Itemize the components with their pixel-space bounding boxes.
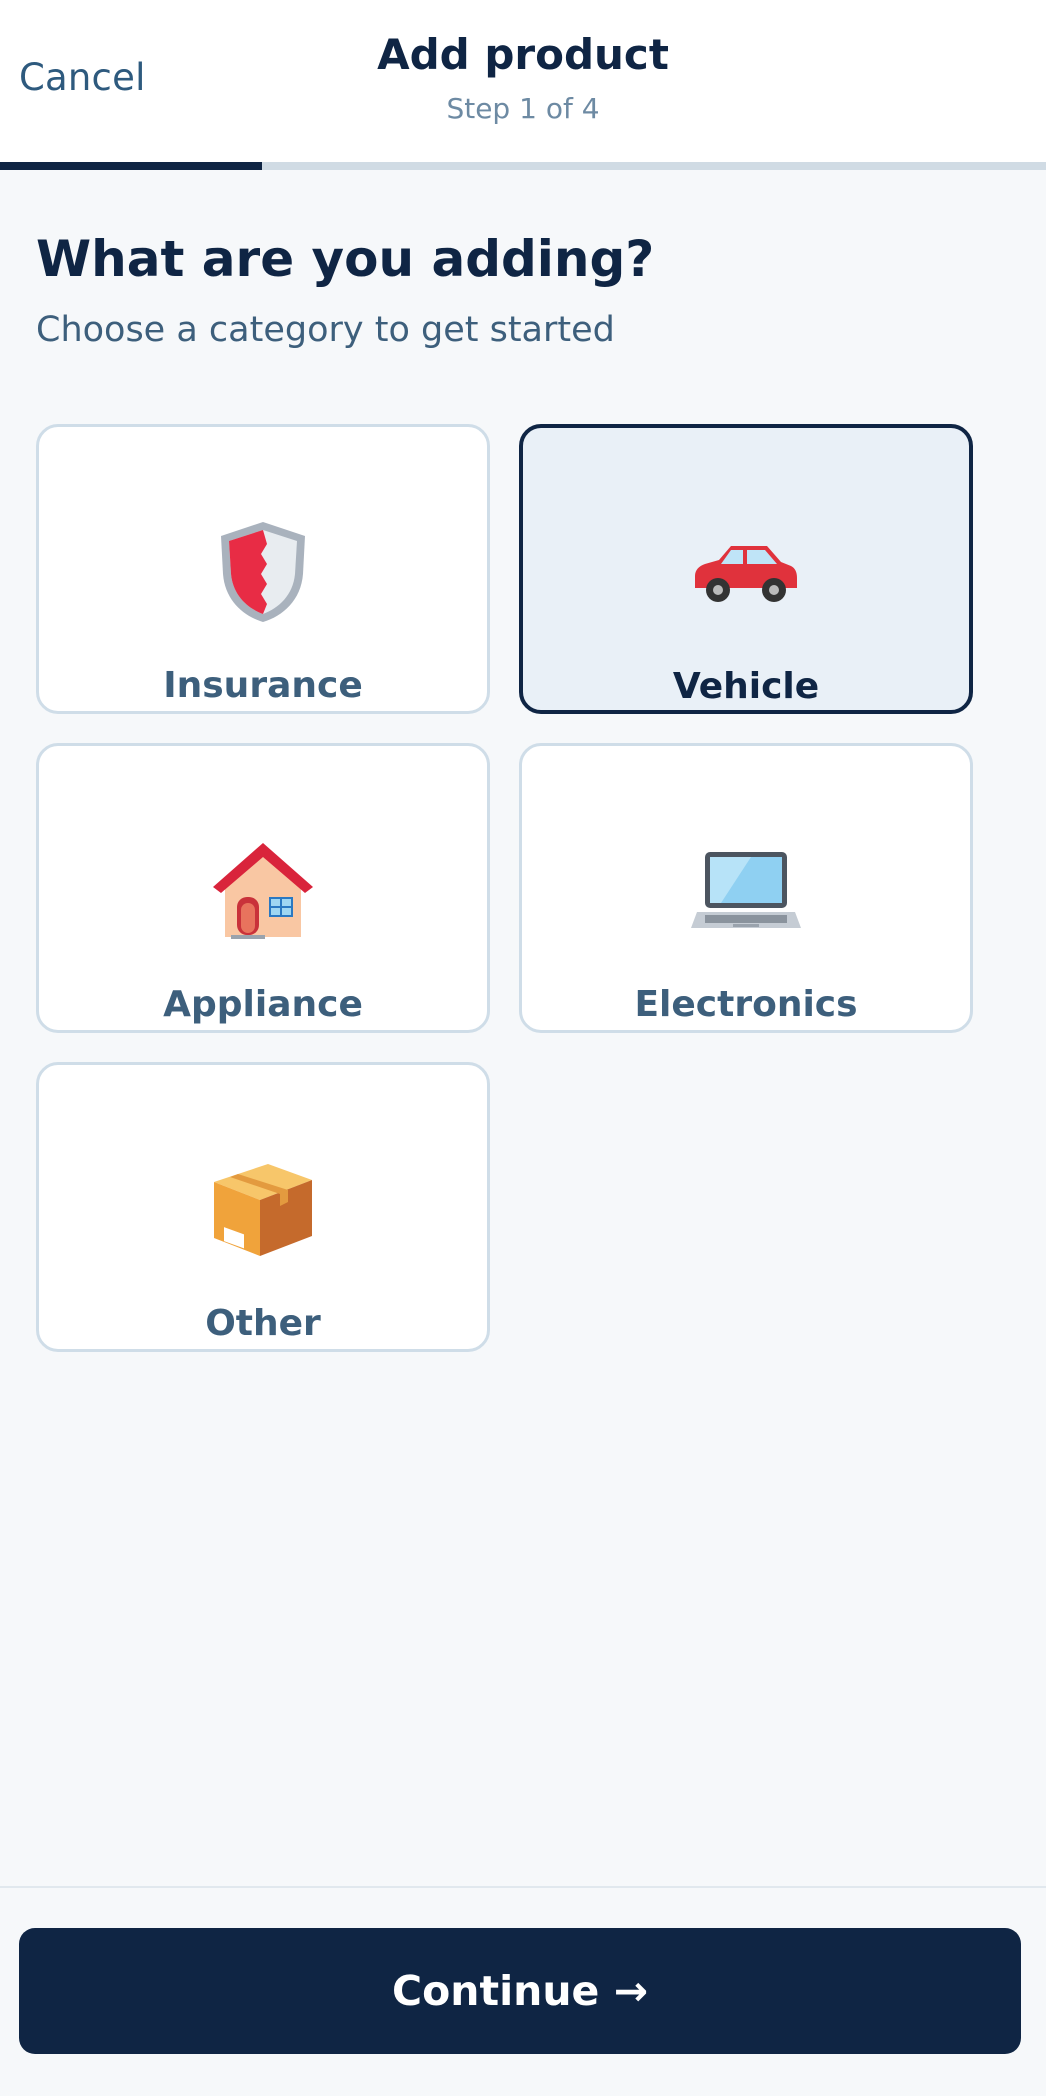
category-card-electronics[interactable]: Electronics (519, 743, 973, 1033)
car-icon (523, 518, 969, 628)
progress-bar-fill (0, 162, 262, 170)
category-label: Insurance (163, 665, 363, 706)
category-label: Electronics (634, 984, 858, 1025)
category-label: Appliance (163, 984, 363, 1025)
category-card-vehicle[interactable]: Vehicle (519, 424, 973, 714)
laptop-icon (522, 836, 970, 946)
page-title: Add product (377, 30, 669, 79)
house-icon (39, 836, 487, 946)
header: Cancel Add product Step 1 of 4 (0, 0, 1046, 162)
footer: Continue → (0, 1886, 1046, 2096)
category-label: Other (205, 1303, 321, 1344)
package-icon (39, 1155, 487, 1265)
shield-icon (39, 517, 487, 627)
category-card-other[interactable]: Other (36, 1062, 490, 1352)
continue-button[interactable]: Continue → (19, 1928, 1021, 2054)
step-indicator: Step 1 of 4 (446, 92, 600, 125)
category-card-appliance[interactable]: Appliance (36, 743, 490, 1033)
section-heading: What are you adding? (36, 230, 655, 288)
category-grid: Insurance Vehicle Appliance Electronics … (36, 424, 976, 1352)
progress-bar (0, 162, 1046, 170)
section-subheading: Choose a category to get started (36, 310, 615, 350)
category-card-insurance[interactable]: Insurance (36, 424, 490, 714)
category-label: Vehicle (672, 666, 820, 707)
